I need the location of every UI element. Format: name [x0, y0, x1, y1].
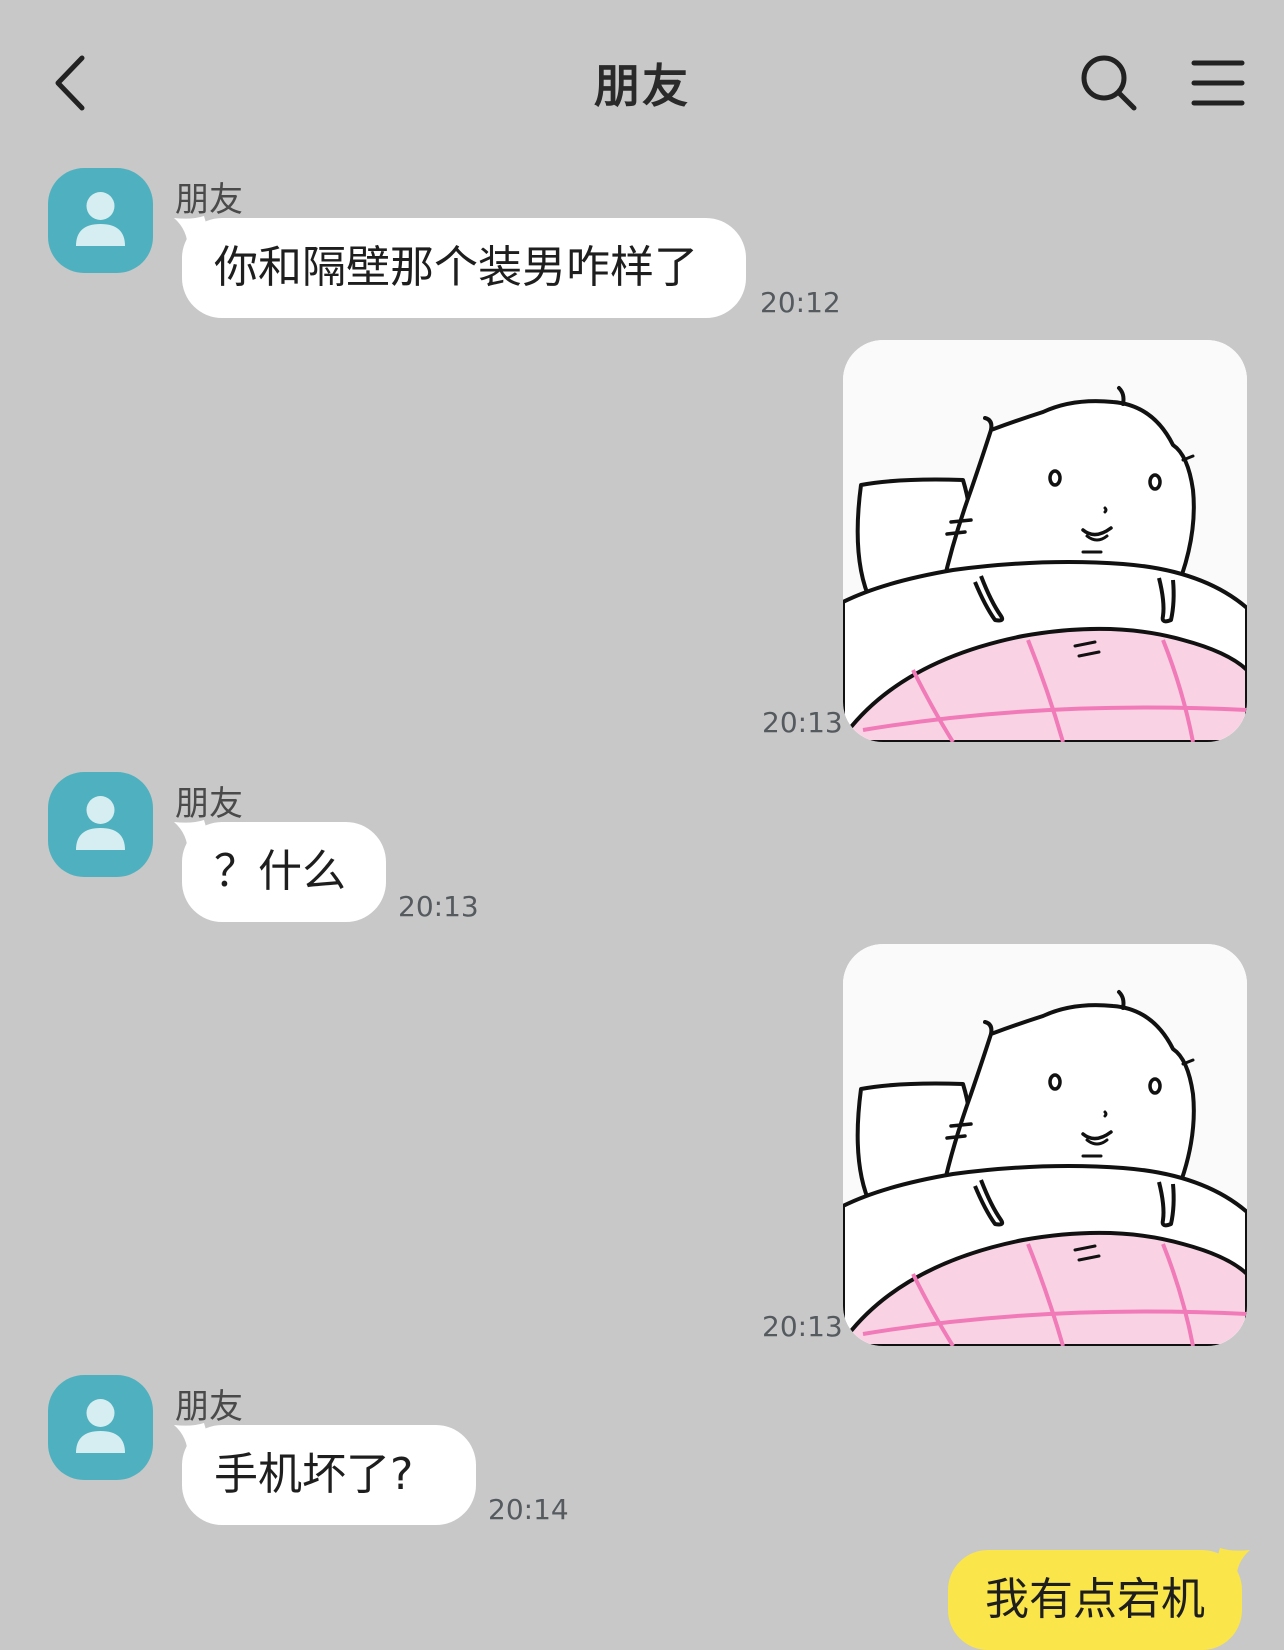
message-bubble-outgoing[interactable]: 我有点宕机: [948, 1550, 1242, 1650]
search-button[interactable]: [1078, 52, 1140, 114]
back-button[interactable]: [40, 45, 100, 120]
search-icon: [1081, 55, 1137, 111]
chat-header: 朋友: [0, 0, 1284, 160]
menu-button[interactable]: [1190, 55, 1246, 111]
chevron-left-icon: [55, 55, 85, 110]
person-icon: [76, 1399, 125, 1453]
sender-name: 朋友: [175, 1387, 243, 1427]
message-time: 20:12: [760, 286, 841, 319]
message-time: 20:13: [762, 706, 843, 739]
sticker-image[interactable]: [843, 340, 1247, 742]
hamster-in-bed-sticker: [843, 340, 1247, 742]
menu-icon: [1191, 60, 1245, 106]
message-bubble[interactable]: 手机坏了?: [182, 1425, 476, 1525]
sender-name: 朋友: [175, 784, 243, 824]
friend-avatar[interactable]: [48, 772, 153, 877]
sticker-image[interactable]: [843, 944, 1247, 1346]
friend-avatar[interactable]: [48, 1375, 153, 1480]
hamster-in-bed-sticker: [843, 944, 1247, 1346]
message-bubble[interactable]: ？什么: [182, 822, 386, 922]
message-time: 20:13: [762, 1310, 843, 1343]
friend-avatar[interactable]: [48, 168, 153, 273]
sender-name: 朋友: [175, 180, 243, 220]
person-icon: [76, 796, 125, 850]
message-time: 20:13: [398, 890, 479, 923]
message-bubble[interactable]: 你和隔壁那个装男咋样了: [182, 218, 746, 318]
message-time: 20:14: [488, 1493, 569, 1526]
person-icon: [76, 192, 125, 246]
